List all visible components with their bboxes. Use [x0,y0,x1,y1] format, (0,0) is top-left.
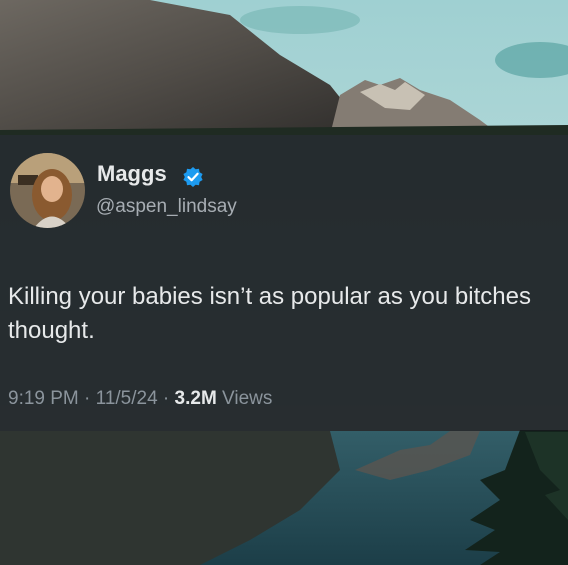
avatar[interactable] [10,153,85,228]
tweet-text: Killing your babies isn’t as popular as … [8,283,531,344]
tweet-card: Maggs @aspen_lindsay Killing your babies… [0,135,568,431]
verified-check-icon [183,167,203,187]
meta-separator: · [157,388,175,409]
views-label: Views [216,388,273,409]
tweet-time[interactable]: 9:19 PM [8,388,79,409]
user-handle[interactable]: @aspen_lindsay [96,196,237,218]
views-count: 3.2M [174,388,217,409]
tweet-date[interactable]: 11/5/24 [96,388,158,409]
meta-separator: · [78,388,96,409]
tweet-meta: 9:19 PM · 11/5/24 · 3.2M Views [8,388,272,410]
display-name[interactable]: Maggs [97,161,167,187]
